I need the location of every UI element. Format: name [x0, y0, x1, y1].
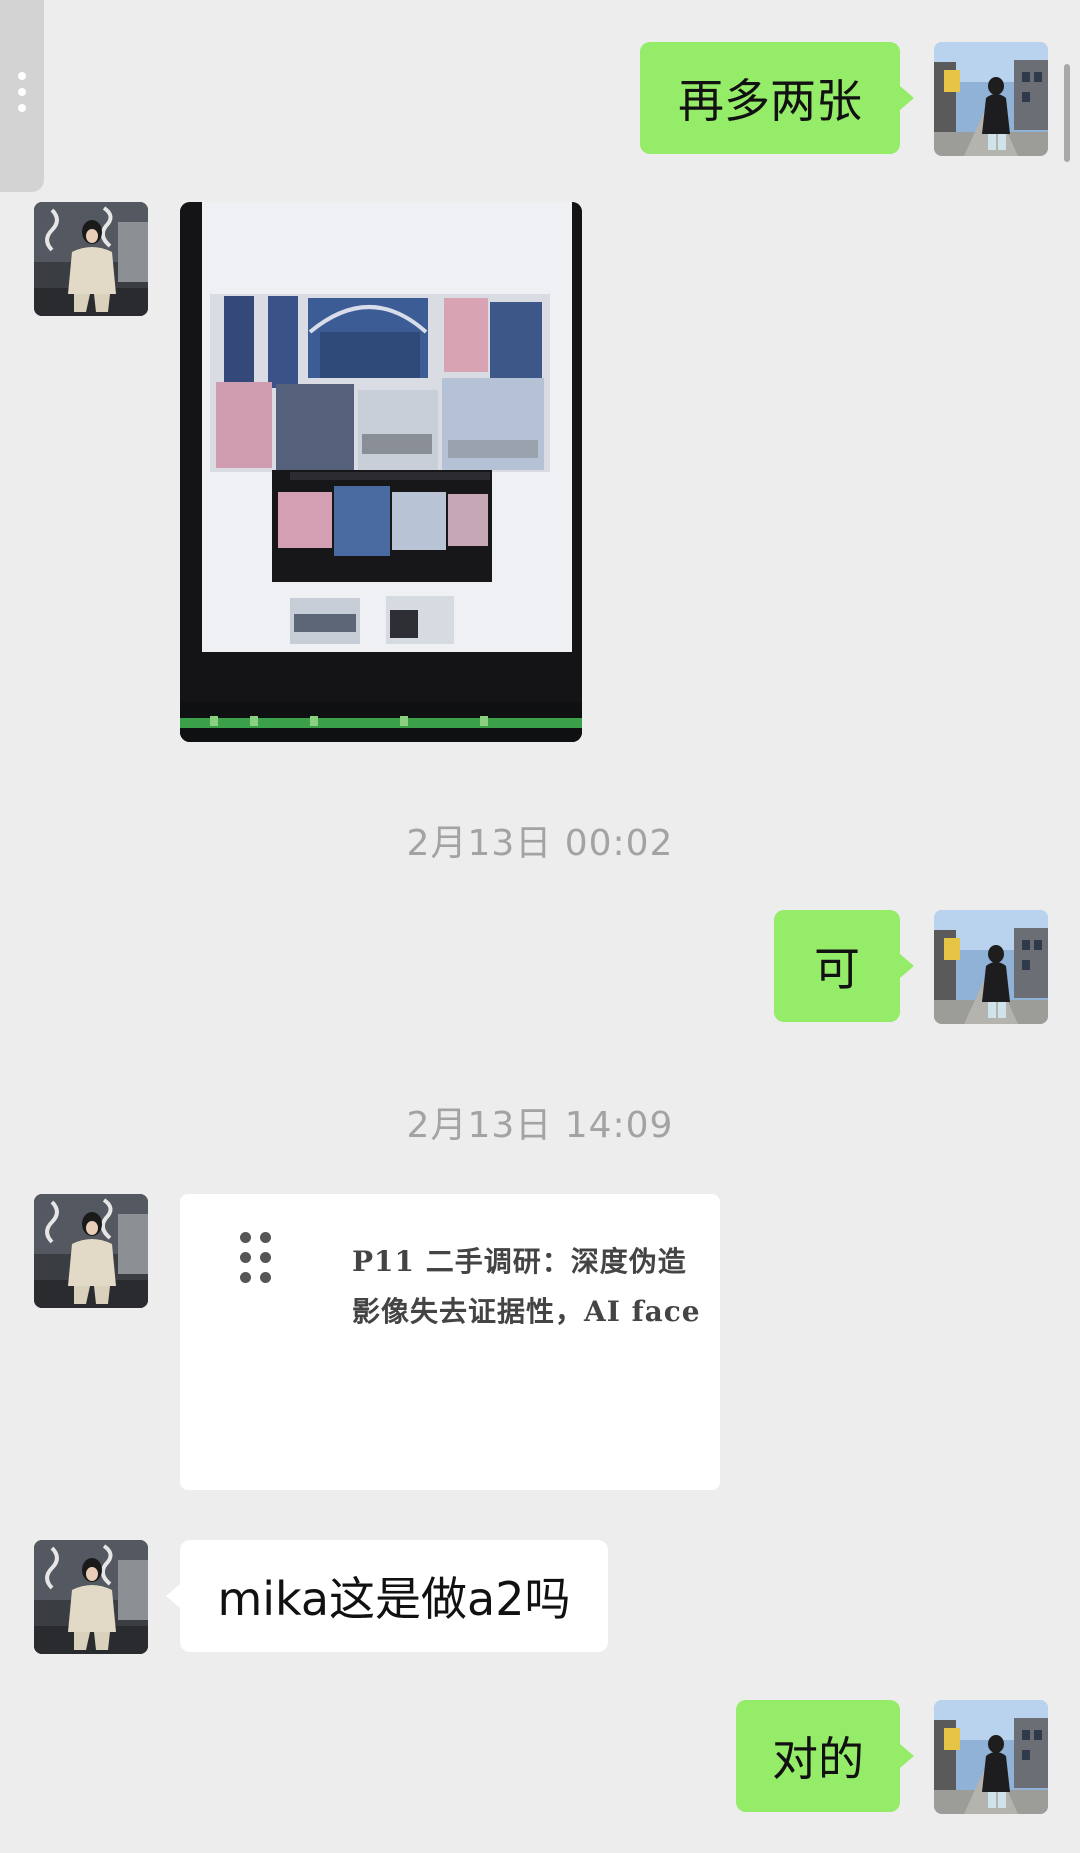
timestamp: 2月13日 00:02 — [406, 823, 674, 864]
contact-avatar[interactable] — [34, 1540, 148, 1654]
scrollbar[interactable] — [1064, 64, 1070, 162]
message-text: 可 — [814, 942, 860, 996]
sent-message-bubble[interactable]: 再多两张 — [640, 42, 900, 154]
timestamp: 2月13日 14:09 — [406, 1105, 674, 1146]
bubble-tail — [900, 86, 914, 110]
my-avatar[interactable] — [934, 42, 1048, 156]
preview-text-line: P11 二手调研：深度伪造 — [352, 1245, 687, 1278]
document-preview-card[interactable]: P11 二手调研：深度伪造 影像失去证据性，AI face — [180, 1194, 720, 1490]
contact-avatar[interactable] — [34, 202, 148, 316]
message-text: 对的 — [772, 1732, 864, 1786]
message-text: mika这是做a2吗 — [217, 1572, 571, 1626]
preview-text-line: 影像失去证据性，AI face — [352, 1295, 701, 1328]
bubble-tail — [900, 954, 914, 978]
image-message[interactable] — [180, 202, 582, 742]
my-avatar[interactable] — [934, 910, 1048, 1024]
bubble-tail — [900, 1744, 914, 1768]
message-text: 再多两张 — [678, 74, 862, 128]
side-menu-handle[interactable] — [0, 0, 44, 192]
drag-grip-icon — [240, 1232, 276, 1288]
contact-avatar[interactable] — [34, 1194, 148, 1308]
my-avatar[interactable] — [934, 1700, 1048, 1814]
sent-message-bubble[interactable]: 对的 — [736, 1700, 900, 1812]
bubble-tail — [166, 1584, 180, 1608]
sent-message-bubble[interactable]: 可 — [774, 910, 900, 1022]
more-vertical-icon — [18, 72, 26, 80]
received-message-bubble[interactable]: mika这是做a2吗 — [180, 1540, 608, 1652]
